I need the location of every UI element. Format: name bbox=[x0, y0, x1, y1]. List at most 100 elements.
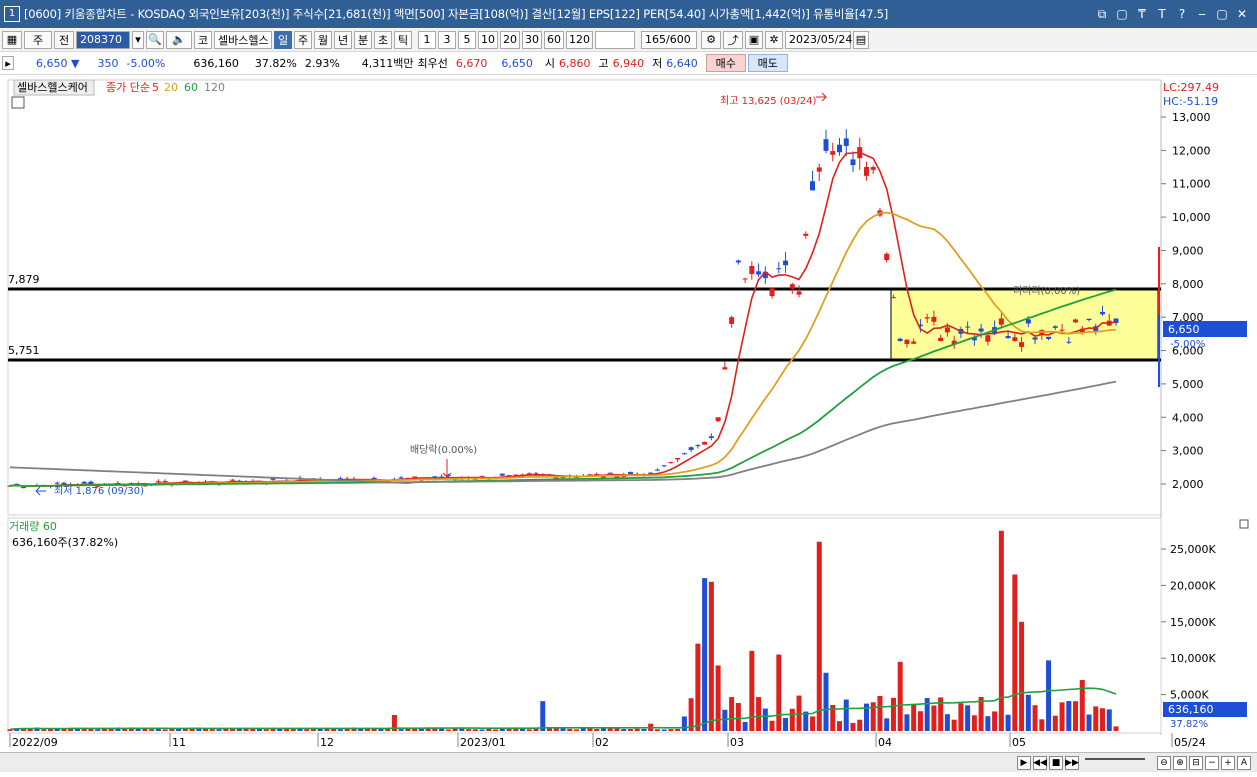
interval-10[interactable]: 10 bbox=[478, 30, 498, 49]
sell-button[interactable]: 매도 bbox=[747, 54, 788, 72]
candle-body bbox=[944, 327, 950, 333]
candle-body bbox=[681, 453, 687, 455]
speaker-icon[interactable]: 🔈 bbox=[166, 30, 192, 49]
calendar-icon[interactable]: ▤ bbox=[853, 30, 869, 49]
close-icon[interactable]: ✕ bbox=[1233, 5, 1251, 23]
volume-bar bbox=[823, 672, 829, 731]
volume-bar bbox=[472, 729, 478, 731]
market-button[interactable]: 코 bbox=[194, 30, 212, 49]
code-dropdown-icon[interactable]: ▾ bbox=[132, 30, 144, 49]
candle-body bbox=[998, 318, 1004, 325]
stock-tab-label: 셀바스헬스케어 bbox=[17, 81, 88, 94]
minus-icon[interactable]: − bbox=[1205, 755, 1219, 770]
zoom-slider[interactable] bbox=[1085, 757, 1145, 768]
date-input[interactable]: 2023/05/24 bbox=[785, 30, 852, 49]
chart-settings-icon[interactable]: ⚙ bbox=[701, 30, 721, 49]
zoom-in-icon[interactable]: ⊕ bbox=[1173, 755, 1187, 770]
forward-icon[interactable]: ▶▶ bbox=[1065, 755, 1079, 770]
volume-tick: 20,000K bbox=[1170, 579, 1216, 592]
search-icon[interactable]: 🔍 bbox=[146, 30, 164, 49]
volume-bar bbox=[95, 729, 101, 731]
volume-bar bbox=[729, 697, 735, 731]
period-week[interactable]: 주 bbox=[294, 30, 312, 49]
interval-60[interactable]: 60 bbox=[544, 30, 564, 49]
price-tick: 12,000 bbox=[1172, 144, 1211, 157]
volume-bar bbox=[769, 720, 775, 731]
candle-body bbox=[843, 138, 849, 146]
volume-bar bbox=[108, 728, 114, 731]
panel-close-icon[interactable] bbox=[1239, 519, 1249, 529]
volume-info: 636,160주(37.82%) bbox=[12, 536, 118, 549]
tile-icon[interactable]: ⧉ bbox=[1093, 5, 1111, 23]
interval-1[interactable]: 1 bbox=[418, 30, 436, 49]
interval-3[interactable]: 3 bbox=[438, 30, 456, 49]
candle-body bbox=[627, 472, 633, 475]
type-button[interactable]: 주 bbox=[24, 30, 52, 49]
draw-icon[interactable]: ⤴ bbox=[723, 30, 743, 49]
restore-icon[interactable]: ▢ bbox=[1113, 5, 1131, 23]
volume-bar bbox=[1032, 705, 1038, 731]
rewind-icon[interactable]: ◀◀ bbox=[1033, 755, 1047, 770]
interval-5[interactable]: 5 bbox=[458, 30, 476, 49]
period-day[interactable]: 일 bbox=[274, 30, 292, 49]
chart-canvas[interactable]: 13,00012,00011,00010,0009,0008,0007,0006… bbox=[0, 75, 1257, 752]
stop-icon[interactable]: ■ bbox=[1049, 755, 1063, 770]
volume-bar bbox=[627, 729, 633, 731]
interval-20[interactable]: 20 bbox=[500, 30, 520, 49]
candle-body bbox=[695, 445, 701, 447]
highlight-box[interactable] bbox=[890, 289, 1159, 360]
volume-bar bbox=[634, 728, 640, 731]
interval-30[interactable]: 30 bbox=[522, 30, 542, 49]
period-year[interactable]: 년 bbox=[334, 30, 352, 49]
calculator-icon[interactable] bbox=[11, 96, 25, 109]
open-label: 시 bbox=[544, 57, 556, 70]
candle-body bbox=[776, 268, 782, 270]
scroll-left-icon[interactable]: ▶ bbox=[1017, 755, 1031, 770]
volume-bar bbox=[749, 650, 755, 731]
candle-body bbox=[1100, 312, 1106, 315]
custom-interval-input[interactable] bbox=[595, 30, 635, 49]
interval-120[interactable]: 120 bbox=[566, 30, 593, 49]
chart-area[interactable]: 13,000 12,000 11,000 10,000 9,000 8,000 7,000 6… bbox=[0, 75, 1257, 777]
volume-bar bbox=[1066, 701, 1072, 731]
save-icon[interactable]: ▣ bbox=[745, 30, 763, 49]
candle-body bbox=[870, 167, 876, 170]
period-tick[interactable]: 틱 bbox=[394, 30, 412, 49]
period-month[interactable]: 월 bbox=[314, 30, 332, 49]
best-bid: 6,650 bbox=[501, 56, 533, 70]
minimize-icon[interactable]: ‒ bbox=[1193, 5, 1211, 23]
volume-bar bbox=[985, 716, 991, 731]
price-change: 350 bbox=[97, 56, 119, 70]
candle-body bbox=[924, 317, 930, 319]
bar-count-input[interactable]: 165/600 bbox=[641, 30, 697, 49]
candle-body bbox=[904, 339, 910, 345]
scroll-bar[interactable]: ▶ ◀◀ ■ ▶▶ ⊖ ⊕ ⊟ − + A bbox=[0, 752, 1257, 772]
volume-bar bbox=[668, 729, 674, 731]
volume-bar bbox=[722, 709, 728, 731]
quote-expand-icon[interactable]: ▸ bbox=[2, 56, 14, 70]
volume-bar bbox=[594, 729, 600, 731]
period-second[interactable]: 초 bbox=[374, 30, 392, 49]
font-icon[interactable]: A bbox=[1237, 755, 1251, 770]
text-icon[interactable]: T bbox=[1153, 5, 1171, 23]
stock-name-field[interactable]: 셀바스헬스 bbox=[214, 30, 272, 49]
volume-bar bbox=[398, 729, 404, 731]
grid-icon[interactable]: ▦ bbox=[2, 30, 22, 49]
plus-icon[interactable]: + bbox=[1221, 755, 1235, 770]
period-minute[interactable]: 분 bbox=[354, 30, 372, 49]
hline-top-label: 7,879 bbox=[8, 273, 40, 286]
low-label: 저 bbox=[652, 57, 663, 70]
volume-bar bbox=[223, 728, 229, 731]
volume-bar bbox=[944, 714, 950, 731]
candle-body bbox=[890, 297, 896, 299]
prev-button[interactable]: 전 bbox=[54, 30, 74, 49]
pin-icon[interactable]: ₸ bbox=[1133, 5, 1151, 23]
volume-value: 636,160 bbox=[193, 56, 239, 70]
maximize-icon[interactable]: ▢ bbox=[1213, 5, 1231, 23]
buy-button[interactable]: 매수 bbox=[705, 54, 746, 72]
zoom-out-icon[interactable]: ⊖ bbox=[1157, 755, 1171, 770]
toggle-icon[interactable]: ⊟ bbox=[1189, 755, 1203, 770]
help-icon[interactable]: ? bbox=[1173, 5, 1191, 23]
stock-code-input[interactable]: 208370 bbox=[76, 30, 130, 49]
config-icon[interactable]: ✲ bbox=[765, 30, 783, 49]
